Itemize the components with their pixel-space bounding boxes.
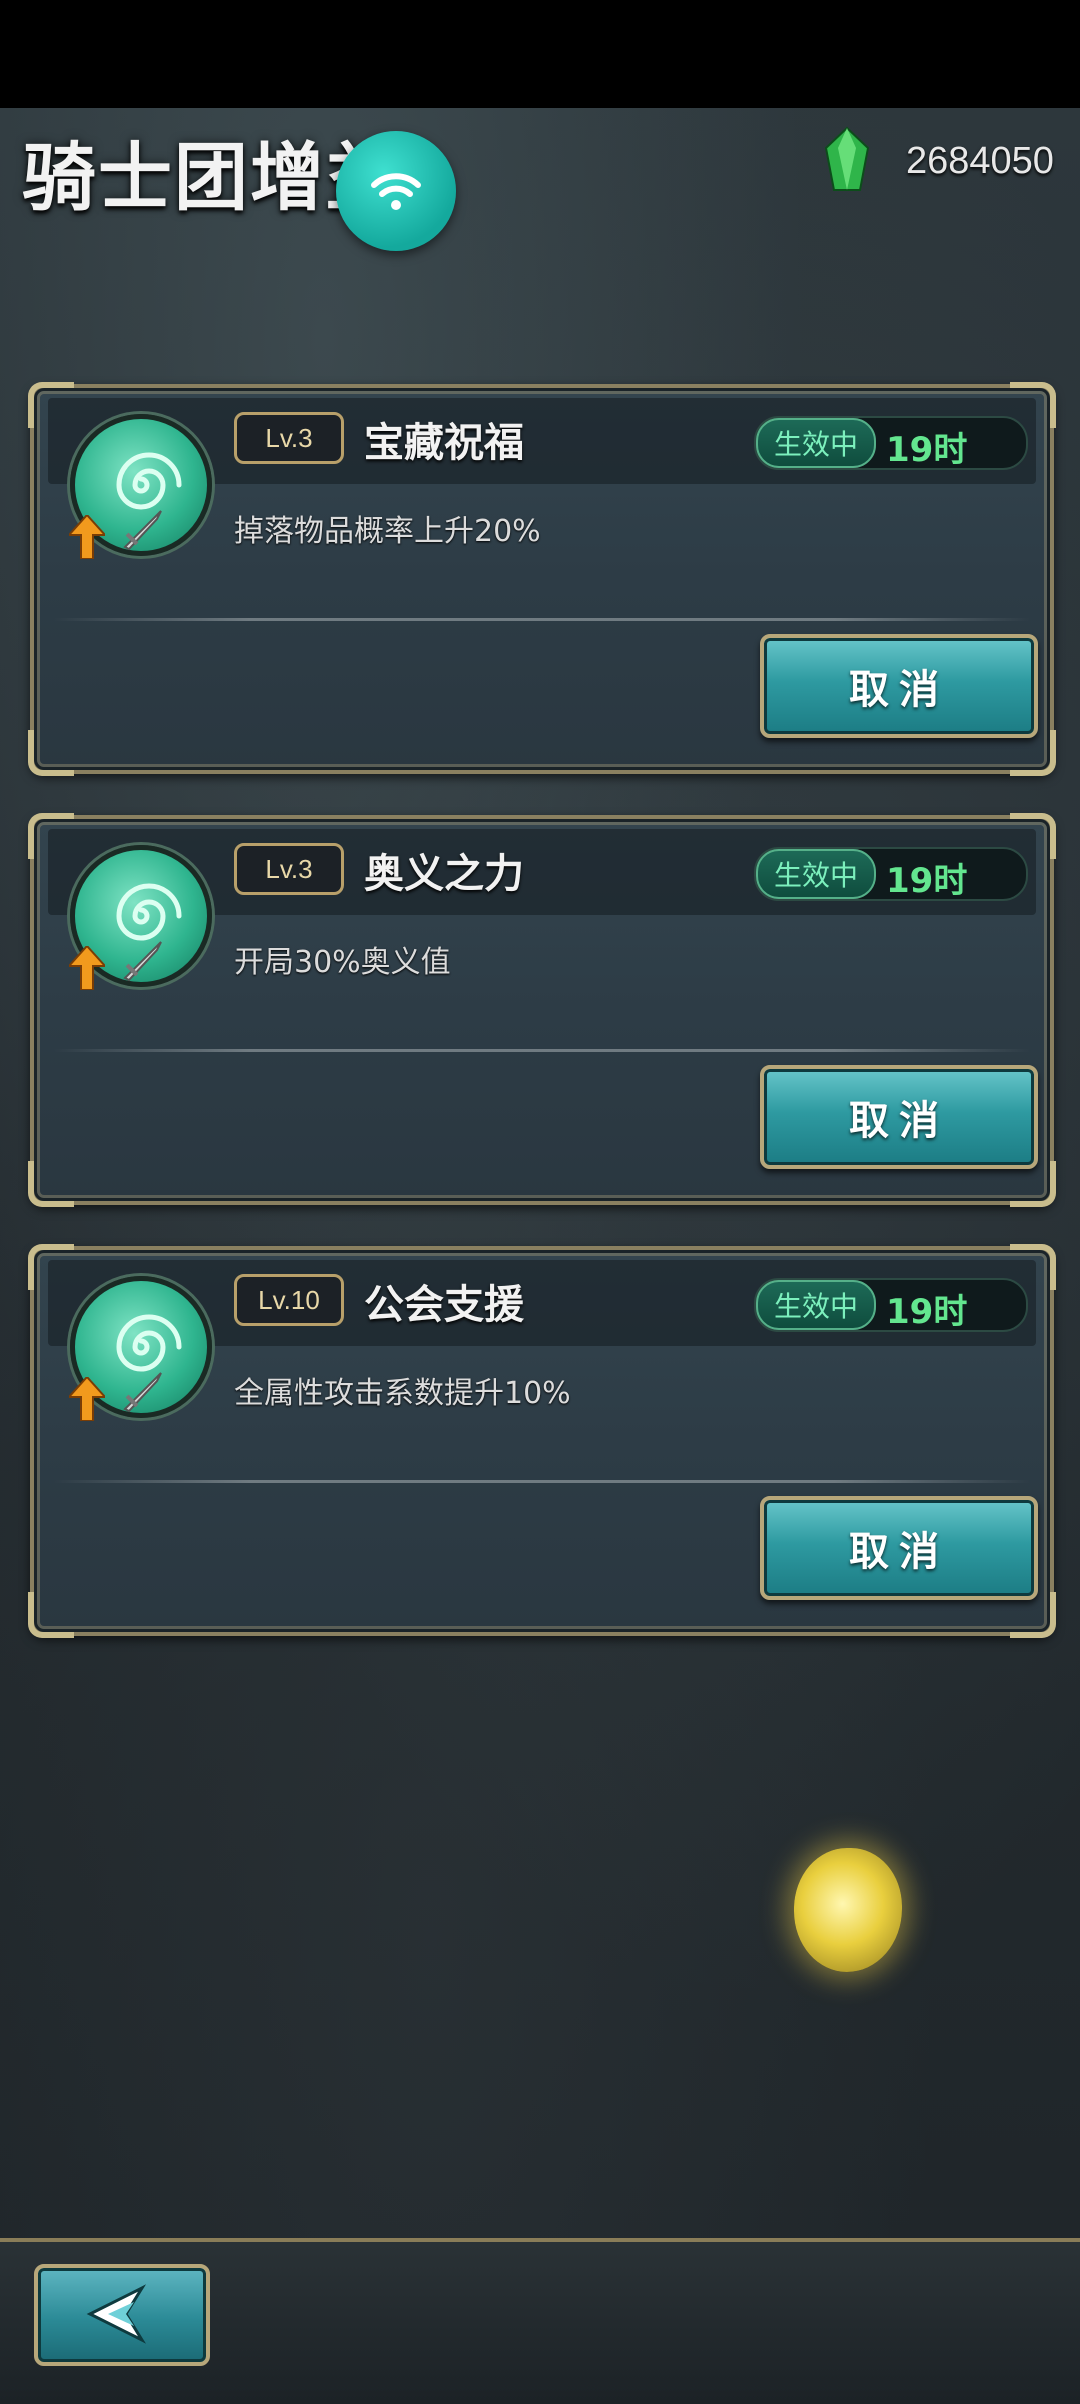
divider (54, 1049, 1030, 1052)
sword-icon (123, 941, 162, 982)
status-indicator: 生效中 19时 (754, 1278, 1028, 1332)
remaining-time: 19时 (886, 861, 968, 901)
wifi-icon (371, 173, 421, 210)
level-badge: Lv.10 (234, 1274, 344, 1326)
buff-skill-icon (69, 845, 212, 990)
divider (54, 618, 1030, 621)
buff-card: Lv.3 宝藏祝福 生效中 19时 掉落物品概率上升20% 取消 (28, 382, 1056, 776)
level-badge: Lv.3 (234, 412, 344, 464)
card-corner-ornament (28, 813, 74, 859)
sword-icon (123, 1372, 162, 1413)
upgrade-arrow-icon (69, 1377, 105, 1421)
card-corner-ornament (28, 730, 74, 776)
system-status-bar (0, 0, 1080, 108)
card-corner-ornament (28, 1161, 74, 1207)
divider (54, 1480, 1030, 1483)
green-gem-icon (824, 126, 870, 191)
buff-name: 奥义之力 (364, 851, 524, 897)
card-corner-ornament (28, 382, 74, 428)
currency-amount: 2684050 (906, 140, 1054, 182)
buff-skill-icon (69, 414, 212, 559)
remaining-time: 19时 (886, 430, 968, 470)
remaining-time: 19时 (886, 1292, 968, 1332)
status-active-label: 生效中 (756, 849, 876, 899)
status-active-label: 生效中 (756, 1280, 876, 1330)
back-arrow-icon (86, 2284, 147, 2344)
buff-card: Lv.10 公会支援 生效中 19时 全属性攻击系数提升10% 取消 (28, 1244, 1056, 1638)
status-active-label: 生效中 (756, 418, 876, 468)
buff-description: 掉落物品概率上升20% (234, 514, 541, 549)
level-badge: Lv.3 (234, 843, 344, 895)
buff-name: 公会支援 (364, 1282, 524, 1328)
buff-description: 全属性攻击系数提升10% (234, 1376, 571, 1411)
status-indicator: 生效中 19时 (754, 847, 1028, 901)
buff-name: 宝藏祝福 (364, 420, 524, 466)
buff-skill-icon (69, 1276, 212, 1421)
upgrade-arrow-icon (69, 946, 105, 990)
upgrade-arrow-icon (69, 515, 105, 559)
buff-card: Lv.3 奥义之力 生效中 19时 开局30%奥义值 取消 (28, 813, 1056, 1207)
cancel-button[interactable]: 取消 (760, 634, 1038, 738)
card-corner-ornament (28, 1244, 74, 1290)
glowing-orb-icon[interactable] (794, 1848, 902, 1972)
buff-description: 开局30%奥义值 (234, 945, 451, 980)
card-corner-ornament (28, 1592, 74, 1638)
cancel-button[interactable]: 取消 (760, 1065, 1038, 1169)
cancel-button[interactable]: 取消 (760, 1496, 1038, 1600)
sword-icon (123, 510, 162, 551)
status-indicator: 生效中 19时 (754, 416, 1028, 470)
back-button[interactable] (34, 2264, 210, 2366)
wifi-button[interactable] (336, 131, 456, 251)
